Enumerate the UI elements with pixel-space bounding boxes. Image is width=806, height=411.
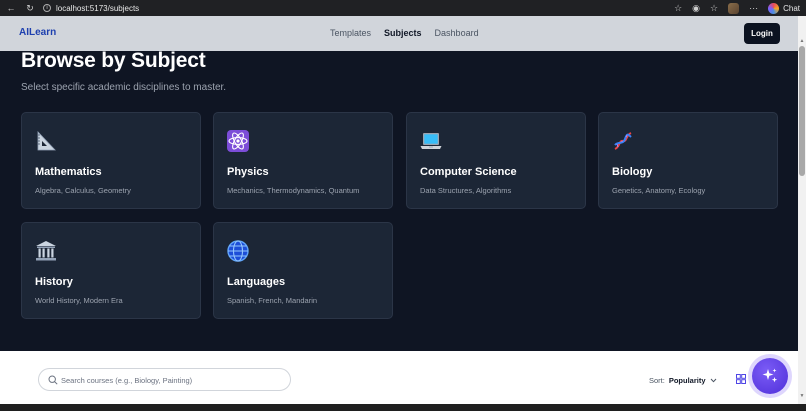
subject-name: Mathematics [35,166,102,178]
extension-icon[interactable]: ◉ [692,3,700,14]
subject-card-languages[interactable]: Languages Spanish, French, Mandarin [213,222,393,319]
search-icon [48,375,58,385]
nav-dashboard[interactable]: Dashboard [435,28,479,38]
globe-icon [226,239,250,263]
subjects-section: Browse by Subject Select specific academ… [0,51,798,351]
app-header: AILearn Templates Subjects Dashboard Log… [0,16,798,51]
profile-avatar-icon[interactable] [728,2,740,14]
address-url[interactable]: localhost:5173/subjects [56,4,139,13]
sort-value[interactable]: Popularity [669,376,706,385]
nav-subjects[interactable]: Subjects [384,28,422,38]
sparkle-icon [762,368,778,383]
star-icon[interactable]: ☆ [674,3,682,14]
scroll-down-icon[interactable]: ▼ [799,393,805,399]
nav-templates[interactable]: Templates [330,28,371,38]
top-nav: Templates Subjects Dashboard [330,28,479,38]
info-icon[interactable]: i [43,4,51,12]
brand-logo[interactable]: AILearn [19,27,56,38]
page-scrollbar[interactable]: ▲ ▼ [798,16,806,404]
chat-label[interactable]: Chat [783,4,800,13]
search-box[interactable] [38,368,291,391]
subject-card-physics[interactable]: Physics Mechanics, Thermodynamics, Quant… [213,112,393,209]
subject-name: Physics [227,166,269,178]
more-menu-icon[interactable]: ··· [749,3,758,13]
subject-name: Computer Science [420,166,517,178]
back-arrow-icon[interactable]: ← [6,3,16,13]
subject-topics: Algebra, Calculus, Geometry [35,186,131,195]
page-title: Browse by Subject [21,51,206,72]
scroll-up-icon[interactable]: ▲ [799,38,805,44]
laptop-icon [419,129,443,153]
scrollbar-thumb[interactable] [799,46,805,176]
atom-icon [226,129,250,153]
chevron-down-icon [710,378,716,383]
dna-icon [611,129,635,153]
sort-dropdown[interactable]: Sort: Popularity [649,376,717,385]
subject-name: Biology [612,166,653,178]
subject-name: History [35,276,73,288]
triangle-ruler-icon [34,129,58,153]
app-root: ← ↻ i localhost:5173/subjects ☆ ◉ ☆ ··· … [0,0,806,411]
browser-actions: ☆ ◉ ☆ ··· Chat [674,0,800,16]
os-taskbar [0,404,806,411]
subject-topics: World History, Modern Era [35,296,123,305]
browser-nav: ← ↻ [0,3,35,14]
subject-topics: Spanish, French, Mandarin [227,296,318,305]
subject-card-computer-science[interactable]: Computer Science Data Structures, Algori… [406,112,586,209]
favorites-icon[interactable]: ☆ [710,3,718,14]
sort-label: Sort: [649,376,665,385]
browser-toolbar: ← ↻ i localhost:5173/subjects ☆ ◉ ☆ ··· … [0,0,806,16]
subject-card-biology[interactable]: Biology Genetics, Anatomy, Ecology [598,112,778,209]
classical-building-icon [34,239,58,263]
address-bar[interactable]: i localhost:5173/subjects [43,4,139,13]
subject-topics: Data Structures, Algorithms [420,186,512,195]
subject-topics: Mechanics, Thermodynamics, Quantum [227,186,360,195]
login-button[interactable]: Login [744,23,780,44]
search-input[interactable] [61,372,281,388]
subject-name: Languages [227,276,286,288]
ai-assistant-button[interactable] [752,358,788,394]
course-filter-bar: Sort: Popularity [0,351,798,404]
copilot-icon[interactable] [768,2,780,14]
subject-card-mathematics[interactable]: Mathematics Algebra, Calculus, Geometry [21,112,201,209]
reload-icon[interactable]: ↻ [25,3,35,13]
subject-topics: Genetics, Anatomy, Ecology [612,186,706,195]
subject-card-history[interactable]: History World History, Modern Era [21,222,201,319]
page-subtitle: Select specific academic disciplines to … [21,82,227,93]
grid-view-icon[interactable] [736,374,746,384]
